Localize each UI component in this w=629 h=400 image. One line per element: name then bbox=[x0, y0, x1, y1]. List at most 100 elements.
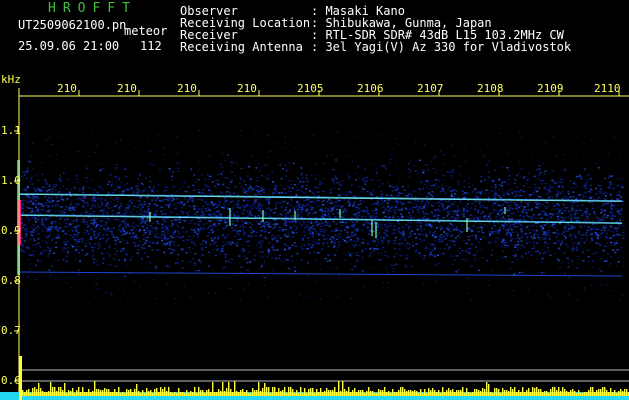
noise-pixel bbox=[515, 205, 518, 207]
noise-pixel bbox=[447, 205, 450, 207]
noise-pixel bbox=[557, 156, 559, 158]
noise-pixel bbox=[226, 154, 229, 156]
noise-pixel bbox=[394, 229, 397, 231]
noise-pixel bbox=[497, 229, 499, 231]
noise-pixel bbox=[48, 155, 51, 157]
noise-pixel bbox=[65, 233, 68, 235]
noise-pixel bbox=[280, 213, 283, 215]
noise-pixel bbox=[578, 174, 581, 176]
level-bar bbox=[132, 392, 134, 396]
noise-pixel bbox=[431, 191, 434, 193]
noise-pixel bbox=[221, 248, 223, 250]
noise-pixel bbox=[514, 190, 517, 193]
noise-pixel bbox=[342, 211, 345, 213]
noise-pixel bbox=[310, 208, 313, 211]
noise-pixel bbox=[567, 262, 570, 264]
noise-pixel bbox=[149, 176, 151, 178]
noise-pixel bbox=[173, 204, 176, 206]
noise-pixel bbox=[41, 218, 43, 220]
noise-pixel bbox=[118, 259, 121, 261]
noise-pixel bbox=[32, 142, 34, 144]
noise-pixel bbox=[611, 237, 613, 239]
noise-pixel bbox=[33, 216, 36, 218]
noise-pixel bbox=[174, 229, 177, 231]
noise-pixel bbox=[327, 254, 330, 256]
noise-pixel bbox=[509, 224, 512, 226]
noise-pixel bbox=[353, 213, 356, 216]
noise-pixel bbox=[25, 247, 27, 249]
noise-pixel bbox=[576, 205, 579, 207]
level-bar bbox=[308, 389, 310, 396]
noise-pixel bbox=[348, 240, 351, 242]
noise-pixel bbox=[212, 213, 215, 215]
noise-pixel bbox=[319, 183, 322, 185]
noise-pixel bbox=[450, 175, 453, 177]
noise-pixel bbox=[592, 220, 594, 222]
noise-pixel bbox=[616, 249, 619, 251]
noise-pixel bbox=[92, 251, 95, 253]
noise-pixel bbox=[36, 219, 39, 221]
noise-pixel bbox=[280, 260, 283, 262]
noise-pixel bbox=[34, 218, 37, 220]
noise-pixel bbox=[393, 225, 396, 228]
noise-pixel bbox=[609, 187, 612, 189]
noise-pixel bbox=[47, 204, 50, 207]
noise-pixel bbox=[80, 213, 83, 215]
noise-pixel bbox=[542, 225, 545, 227]
noise-pixel bbox=[266, 177, 269, 179]
noise-pixel bbox=[73, 245, 76, 248]
noise-pixel bbox=[136, 252, 139, 254]
noise-pixel bbox=[257, 186, 260, 188]
noise-pixel bbox=[350, 221, 353, 223]
noise-pixel bbox=[39, 246, 42, 248]
noise-pixel bbox=[238, 255, 241, 257]
noise-pixel bbox=[78, 197, 81, 199]
noise-pixel bbox=[458, 222, 461, 224]
level-bar bbox=[138, 391, 140, 396]
noise-pixel bbox=[280, 214, 283, 216]
noise-pixel bbox=[453, 210, 456, 212]
noise-pixel bbox=[288, 229, 290, 232]
level-bar bbox=[424, 389, 426, 396]
noise-pixel bbox=[622, 257, 625, 259]
noise-pixel bbox=[559, 244, 562, 247]
noise-pixel bbox=[353, 223, 356, 226]
noise-pixel bbox=[120, 181, 123, 183]
noise-pixel bbox=[396, 188, 399, 191]
noise-pixel bbox=[212, 203, 215, 205]
noise-pixel bbox=[279, 254, 282, 256]
noise-pixel bbox=[457, 183, 460, 186]
noise-pixel bbox=[249, 191, 252, 193]
noise-pixel bbox=[153, 242, 155, 244]
noise-pixel bbox=[192, 200, 195, 202]
noise-pixel bbox=[297, 210, 299, 212]
noise-pixel bbox=[548, 250, 550, 252]
noise-pixel bbox=[55, 246, 58, 248]
noise-pixel bbox=[369, 248, 372, 250]
noise-pixel bbox=[171, 175, 173, 177]
noise-pixel bbox=[309, 190, 311, 192]
noise-pixel bbox=[33, 196, 36, 199]
noise-pixel bbox=[32, 198, 35, 200]
noise-pixel bbox=[280, 220, 283, 222]
noise-pixel bbox=[159, 236, 162, 238]
noise-pixel bbox=[135, 236, 138, 238]
noise-pixel bbox=[587, 261, 590, 263]
noise-pixel bbox=[26, 173, 28, 175]
noise-pixel bbox=[205, 197, 208, 199]
noise-pixel bbox=[217, 184, 220, 186]
noise-pixel bbox=[44, 219, 47, 221]
noise-pixel bbox=[307, 203, 309, 205]
noise-pixel bbox=[492, 209, 495, 211]
level-bar bbox=[524, 392, 526, 396]
noise-pixel bbox=[257, 203, 260, 205]
noise-pixel bbox=[540, 196, 542, 198]
noise-pixel bbox=[209, 243, 212, 246]
noise-pixel bbox=[521, 206, 524, 208]
noise-pixel bbox=[49, 230, 52, 233]
noise-pixel bbox=[223, 204, 226, 207]
noise-pixel bbox=[50, 198, 53, 200]
noise-pixel bbox=[545, 234, 548, 237]
noise-pixel bbox=[425, 212, 428, 215]
noise-pixel bbox=[320, 250, 323, 252]
